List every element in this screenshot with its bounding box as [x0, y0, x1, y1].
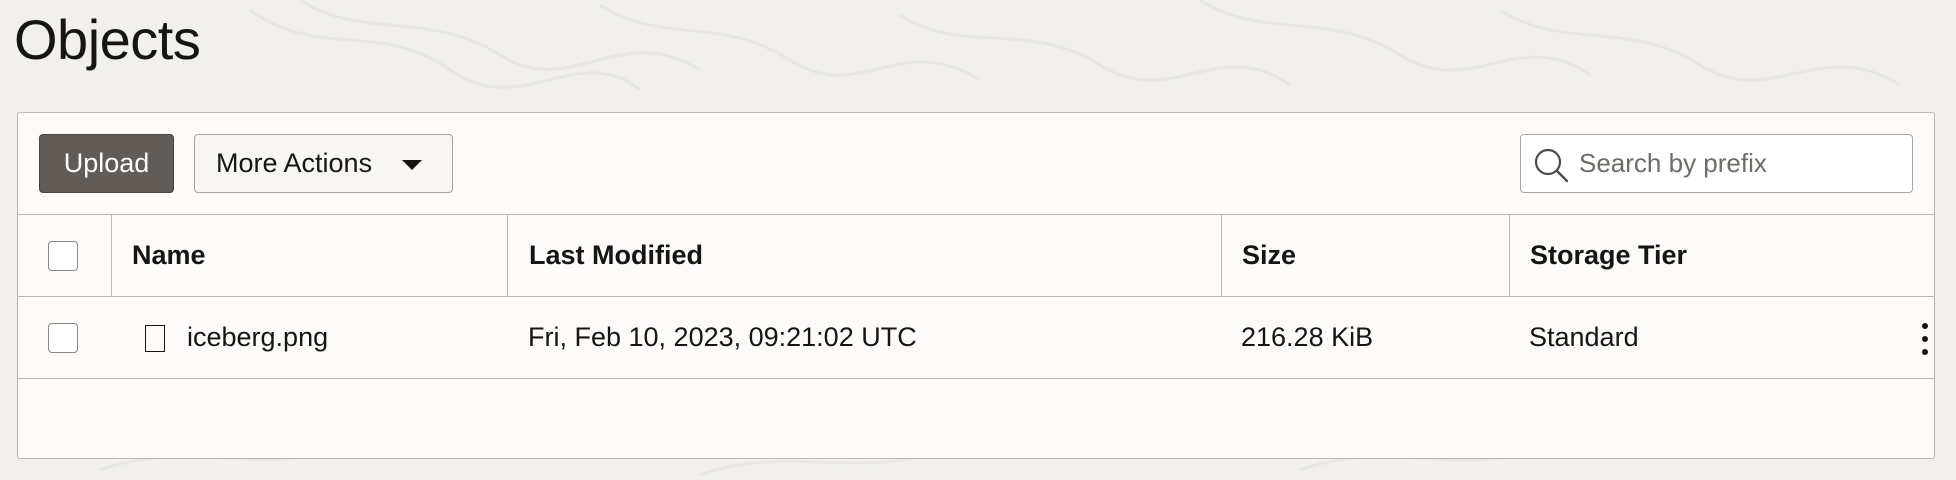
column-header-size[interactable]: Size: [1242, 215, 1296, 295]
table-row[interactable]: iceberg.png Fri, Feb 10, 2023, 09:21:02 …: [18, 297, 1934, 379]
table-header: Name Last Modified Size Storage Tier: [18, 215, 1934, 297]
column-divider: [1221, 215, 1222, 296]
select-all-checkbox[interactable]: [48, 241, 78, 271]
column-divider: [507, 215, 508, 296]
search-box[interactable]: [1520, 134, 1913, 193]
last-modified-cell: Fri, Feb 10, 2023, 09:21:02 UTC: [528, 321, 917, 352]
column-divider: [1509, 215, 1510, 296]
row-checkbox[interactable]: [48, 323, 78, 353]
column-divider: [111, 215, 112, 296]
column-header-name[interactable]: Name: [132, 215, 206, 295]
caret-down-icon: [402, 160, 422, 170]
objects-panel: Upload More Actions Name Last Modified S…: [17, 112, 1935, 459]
toolbar: Upload More Actions: [18, 113, 1934, 215]
search-input[interactable]: [1579, 143, 1899, 183]
kebab-menu-icon[interactable]: [1918, 323, 1932, 355]
size-cell: 216.28 KiB: [1241, 321, 1374, 352]
object-name-link[interactable]: iceberg.png: [187, 297, 328, 377]
more-actions-button[interactable]: More Actions: [194, 134, 453, 193]
page-title: Objects: [14, 8, 201, 71]
storage-tier-cell: Standard: [1529, 321, 1639, 352]
column-header-last-modified[interactable]: Last Modified: [529, 215, 703, 295]
search-icon: [1534, 148, 1569, 183]
more-actions-label: More Actions: [216, 148, 373, 178]
file-icon: [145, 325, 165, 352]
upload-button[interactable]: Upload: [39, 134, 174, 193]
column-header-storage-tier[interactable]: Storage Tier: [1530, 215, 1687, 295]
